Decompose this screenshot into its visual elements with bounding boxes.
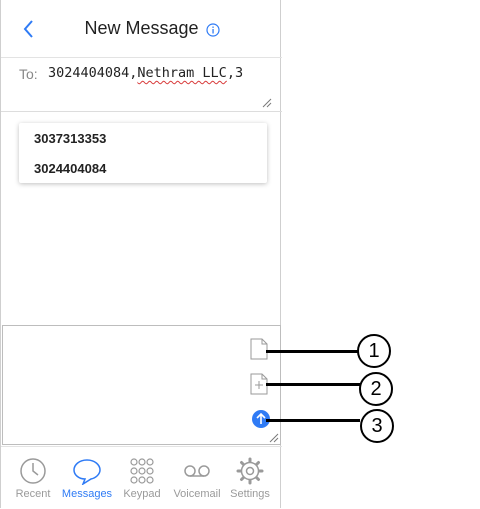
tab-label: Messages [61,488,113,500]
chat-bubble-icon [73,459,101,485]
annotation-arrow-2 [266,383,360,386]
resize-handle-icon[interactable] [262,98,272,108]
tab-keypad[interactable]: Keypad [114,457,170,500]
recipient-name-text: Nethram LLC [137,65,227,81]
recipient-input-value[interactable]: 3024404084,Nethram LLC,3 [48,65,243,81]
recipient-tail-text: ,3 [226,65,244,81]
document-icon[interactable] [249,338,269,360]
annotation-number-2: 2 [359,372,393,406]
suggestion-item[interactable]: 3037313353 [34,131,106,146]
annotation-arrow-3 [266,419,360,422]
tab-label: Settings [230,488,270,500]
annotation-number-3: 3 [360,409,394,443]
suggestion-item[interactable]: 3024404084 [34,161,106,176]
tab-label: Voicemail [173,488,221,500]
message-compose-box[interactable] [2,325,281,445]
tab-label: Keypad [123,488,161,500]
tab-messages[interactable]: Messages [59,457,115,500]
page-title: New Message [84,18,199,38]
tab-recent[interactable]: Recent [5,457,61,500]
to-label: To: [19,66,38,82]
info-icon[interactable] [206,23,220,37]
resize-handle-icon[interactable] [269,433,279,443]
tab-label: Recent [15,488,51,500]
suggestion-dropdown: 3037313353 3024404084 [19,123,267,183]
annotation-arrow-1 [266,350,360,353]
clock-icon [20,458,46,484]
phone-frame: New Message To: 3024404084,Nethram LLC,3… [0,0,282,509]
annotation-number-1: 1 [357,334,391,368]
voicemail-icon [184,465,210,477]
recipient-number-text: 3024404084, [48,65,138,81]
header-bar: New Message [1,0,282,58]
tab-voicemail[interactable]: Voicemail [169,457,225,500]
gear-icon [236,457,264,485]
bottom-tab-bar: Recent Messages Keypad Voicemail Setting… [1,446,282,509]
keypad-icon [130,458,154,484]
recipient-field[interactable]: To: 3024404084,Nethram LLC,3 [1,57,282,112]
tab-settings[interactable]: Settings [222,457,278,500]
